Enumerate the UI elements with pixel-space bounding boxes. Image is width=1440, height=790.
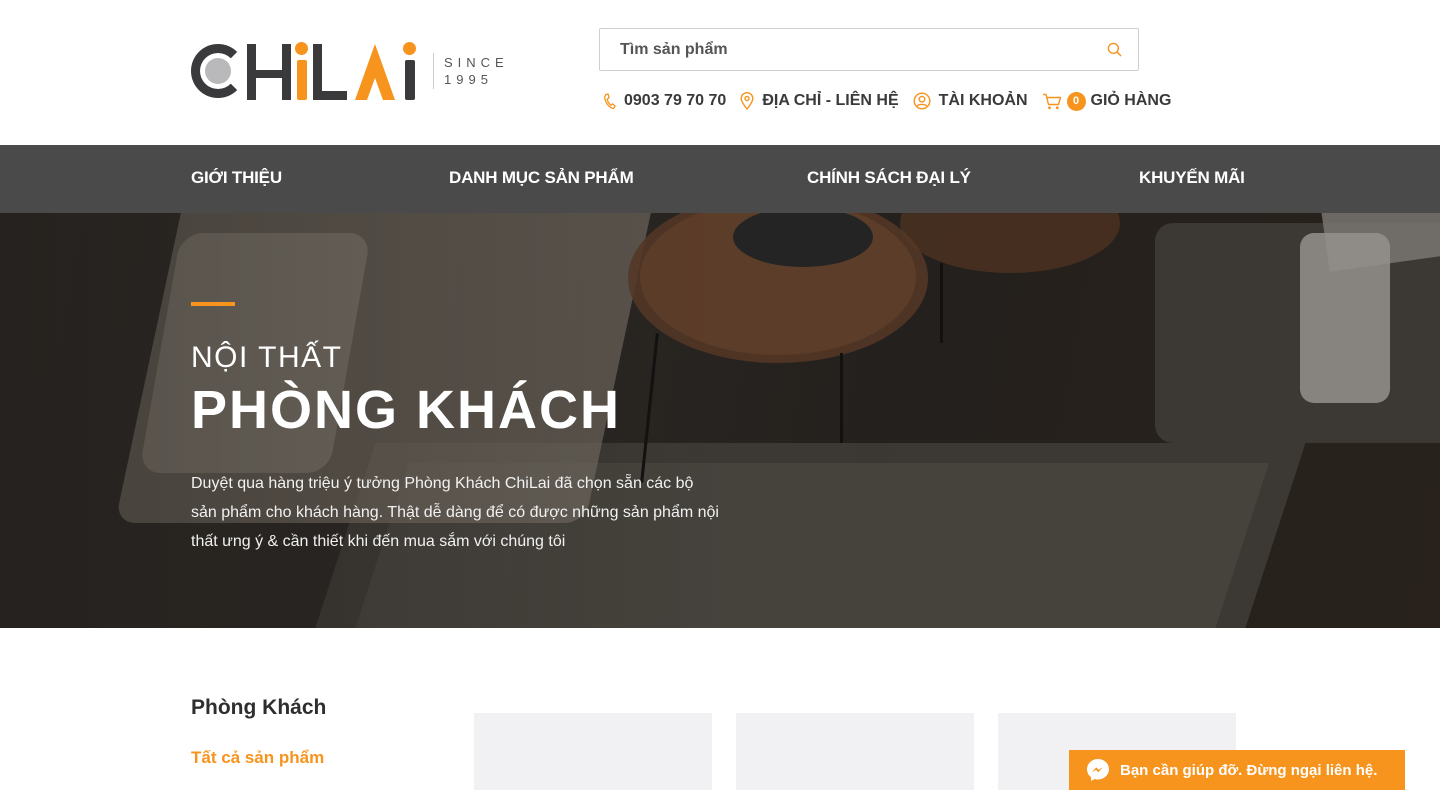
account-label: TÀI KHOẢN xyxy=(938,92,1028,109)
cart-count-badge: 0 xyxy=(1066,91,1086,111)
hero-description: Duyệt qua hàng triệu ý tưởng Phòng Khách… xyxy=(191,475,719,550)
phone-link[interactable]: 0903 79 70 70 xyxy=(603,92,726,110)
user-icon xyxy=(913,92,931,110)
map-pin-icon xyxy=(740,92,754,110)
cart-label: GIỎ HÀNG xyxy=(1090,92,1172,109)
brand-logo[interactable]: SINCE 1995 xyxy=(191,36,509,106)
nav-item-dealer-policy[interactable]: CHÍNH SÁCH ĐẠI LÝ xyxy=(807,145,971,213)
hero-subtitle: NỘI THẤT xyxy=(191,341,343,374)
product-card[interactable] xyxy=(474,713,712,790)
chat-support-button[interactable]: Bạn cần giúp đỡ. Đừng ngại liên hệ. xyxy=(1069,750,1405,790)
all-products-link[interactable]: Tất cả sản phẩm xyxy=(191,748,324,768)
nav-item-promotions[interactable]: KHUYẾN MÃI xyxy=(1139,145,1245,213)
phone-number: 0903 79 70 70 xyxy=(624,92,727,109)
cart-link[interactable]: 0 GIỎ HÀNG xyxy=(1042,91,1172,111)
account-link[interactable]: TÀI KHOẢN xyxy=(913,92,1028,110)
product-card[interactable] xyxy=(736,713,974,790)
phone-icon xyxy=(604,92,616,109)
hero-title: PHÒNG KHÁCH xyxy=(191,380,622,440)
hero-accent-line xyxy=(191,302,235,306)
since-year: 1995 xyxy=(444,72,493,87)
cart-icon xyxy=(1042,93,1061,109)
since-label: SINCE xyxy=(444,55,509,70)
site-header: SINCE 1995 0903 79 70 70 ĐỊA CHỈ - LIÊN … xyxy=(0,0,1440,145)
address-label: ĐỊA CHỈ - LIÊN HỆ xyxy=(762,92,899,109)
nav-item-product-categories[interactable]: DANH MỤC SẢN PHẨM xyxy=(449,145,634,213)
logo-wordmark xyxy=(191,42,421,100)
category-title: Phòng Khách xyxy=(191,696,327,719)
logo-since: SINCE 1995 xyxy=(433,53,509,89)
search-icon xyxy=(1107,42,1121,57)
search-input[interactable] xyxy=(600,29,1090,70)
messenger-icon xyxy=(1087,759,1109,781)
nav-item-about[interactable]: GIỚI THIỆU xyxy=(191,145,282,213)
hero-banner: NỘI THẤT PHÒNG KHÁCH Duyệt qua hàng triệ… xyxy=(0,213,1440,628)
chat-label: Bạn cần giúp đỡ. Đừng ngại liên hệ. xyxy=(1120,761,1378,779)
header-links: 0903 79 70 70 ĐỊA CHỈ - LIÊN HỆ TÀI KHOẢ… xyxy=(603,88,1185,114)
main-nav: GIỚI THIỆU DANH MỤC SẢN PHẨM CHÍNH SÁCH … xyxy=(0,145,1440,213)
search-button[interactable] xyxy=(1090,29,1138,70)
address-contact-link[interactable]: ĐỊA CHỈ - LIÊN HỆ xyxy=(740,92,899,110)
search-bar xyxy=(599,28,1139,71)
